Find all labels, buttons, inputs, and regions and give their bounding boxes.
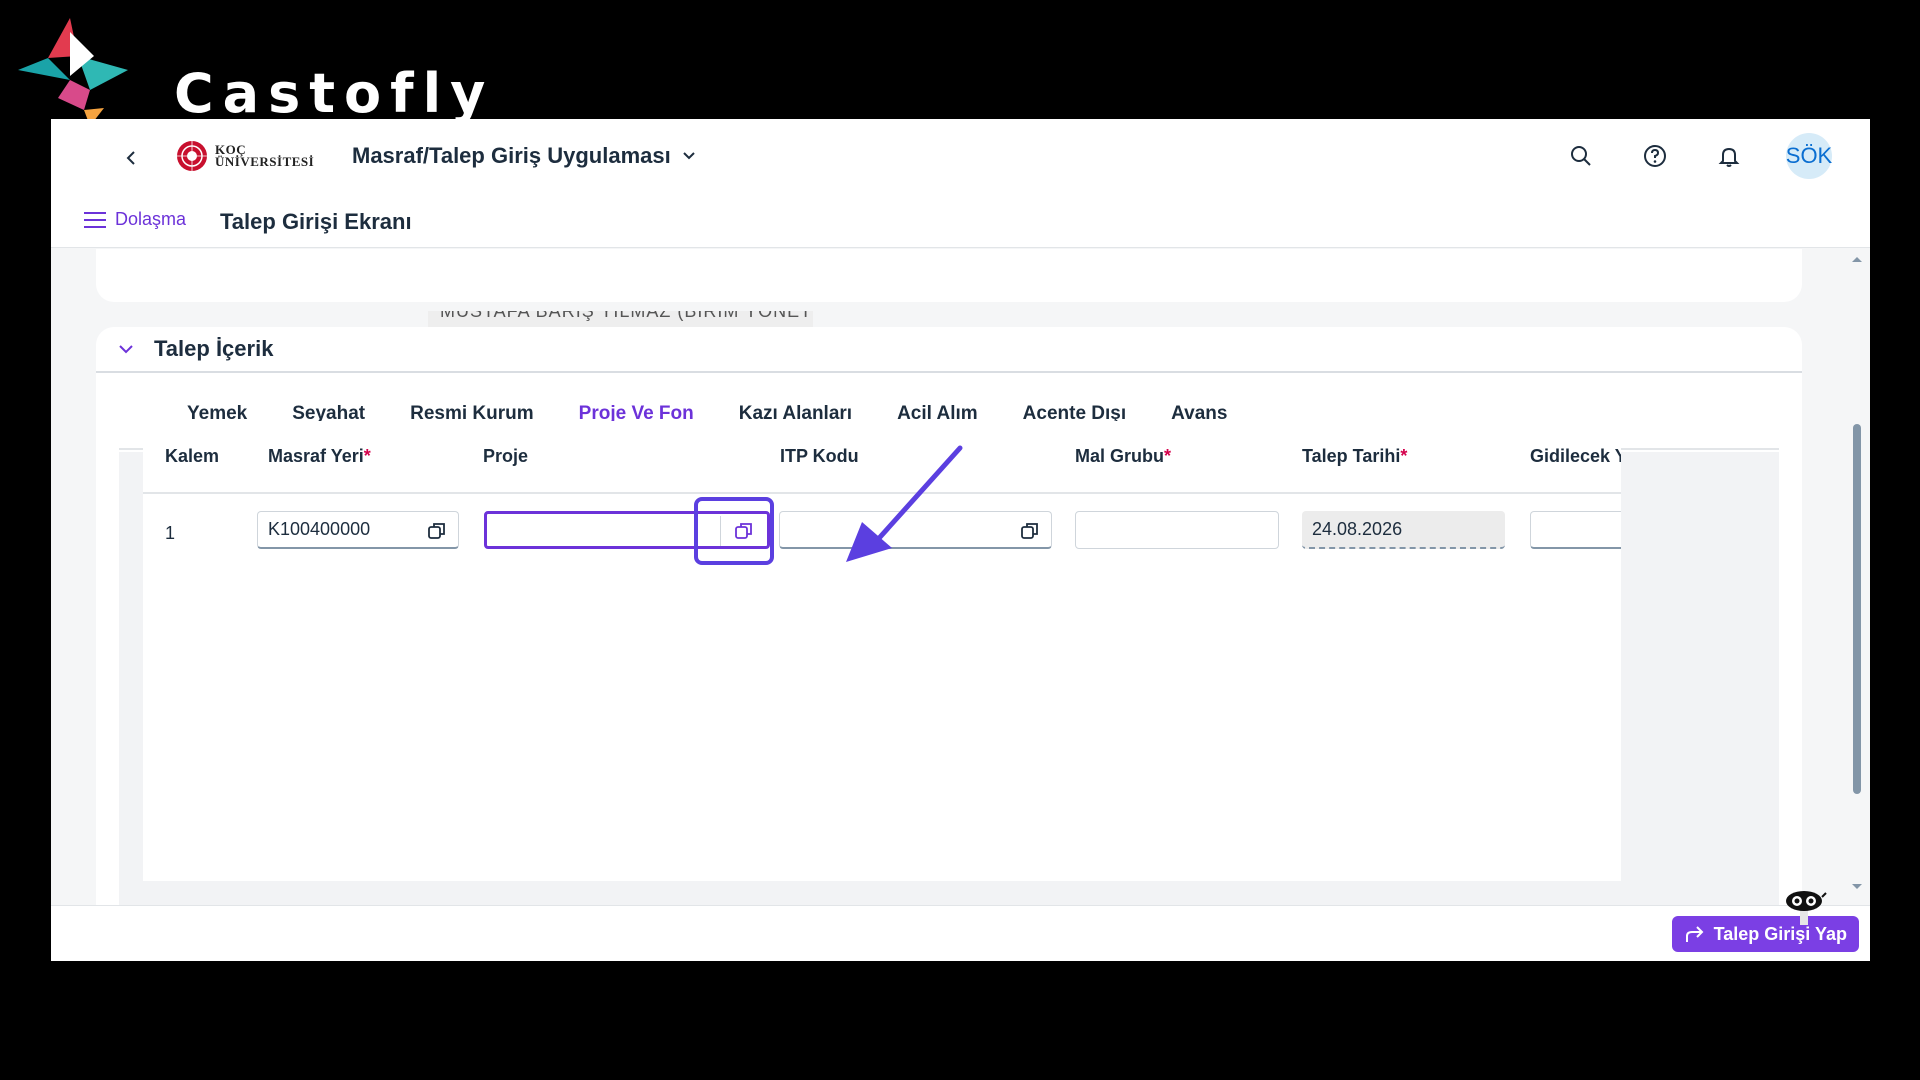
- column-header-talep-tarihi: Talep Tarihi*: [1302, 446, 1407, 467]
- assistant-robot-icon[interactable]: [1784, 887, 1828, 927]
- chevron-down-icon: [119, 345, 133, 354]
- koc-logo-text: KOÇ ÜNİVERSİTESİ: [215, 143, 315, 169]
- sub-header: Dolaşma Talep Girişi Ekranı: [51, 197, 1870, 248]
- required-marker: *: [363, 446, 371, 466]
- column-header-kalem-label: Kalem: [165, 446, 220, 466]
- column-header-itp-kodu-label: ITP Kodu: [780, 446, 859, 466]
- line-items-table: Kalem Masraf Yeri* Proje ITP Kodu Mal Gr…: [143, 421, 1621, 881]
- mal-grubu-input[interactable]: [1075, 511, 1279, 549]
- column-header-masraf-yeri: Masraf Yeri*: [268, 446, 371, 467]
- column-header-mal-grubu: Mal Grubu*: [1075, 446, 1171, 467]
- shell-bar: KOÇ ÜNİVERSİTESİ Masraf/Talep Giriş Uygu…: [51, 119, 1870, 197]
- app-title: Masraf/Talep Giriş Uygulaması: [352, 143, 671, 168]
- section-title: Talep İçerik: [154, 336, 274, 361]
- approver-field-value: MUSTAFA BARIŞ YILMAZ (BİRİM YÖNETİCİSİ): [440, 311, 813, 321]
- previous-section-card: [96, 249, 1802, 302]
- chevron-left-icon: [126, 151, 135, 165]
- scroll-down-icon[interactable]: [1850, 882, 1864, 892]
- column-header-masraf-yeri-label: Masraf Yeri: [268, 446, 364, 466]
- talep-tarihi-field: 24.08.2026: [1302, 511, 1505, 549]
- value-help-icon[interactable]: [1019, 520, 1041, 542]
- section-header[interactable]: Talep İçerik: [96, 327, 1802, 373]
- column-header-talep-tarihi-label: Talep Tarihi: [1302, 446, 1401, 466]
- scroll-up-icon[interactable]: [1850, 254, 1864, 264]
- table-header: Kalem Masraf Yeri* Proje ITP Kodu Mal Gr…: [143, 421, 1621, 494]
- navigation-menu-button[interactable]: Dolaşma: [83, 209, 186, 230]
- column-header-gidilecek: Gidilecek Y: [1530, 446, 1621, 467]
- required-marker: *: [1400, 446, 1408, 466]
- notifications-button[interactable]: [1712, 139, 1746, 173]
- hamburger-menu-icon: [84, 211, 106, 228]
- talep-girisi-yap-button[interactable]: Talep Girişi Yap: [1671, 916, 1859, 952]
- scroll-thumb[interactable]: [1853, 424, 1861, 794]
- page-content: MUSTAFA BARIŞ YILMAZ (BİRİM YÖNETİCİSİ) …: [51, 249, 1870, 905]
- masraf-yeri-input[interactable]: K100400000: [257, 511, 459, 549]
- navigation-menu-label: Dolaşma: [115, 209, 187, 229]
- chevron-down-icon: [683, 152, 695, 160]
- koc-logo-line2: ÜNİVERSİTESİ: [215, 154, 315, 169]
- help-button[interactable]: [1638, 139, 1672, 173]
- castofly-logo-icon: [18, 18, 128, 126]
- castofly-wordmark: Castofly: [174, 62, 495, 125]
- column-header-itp-kodu: ITP Kodu: [780, 446, 859, 467]
- search-icon: [1571, 146, 1591, 166]
- back-button[interactable]: [117, 143, 147, 173]
- footer-toolbar: Talep Girişi Yap: [51, 905, 1870, 961]
- app-title-menu[interactable]: Masraf/Talep Giriş Uygulaması: [352, 143, 697, 169]
- column-header-proje-label: Proje: [483, 446, 529, 466]
- user-avatar[interactable]: SÖK: [1786, 133, 1832, 179]
- app-window: KOÇ ÜNİVERSİTESİ Masraf/Talep Giriş Uygu…: [51, 119, 1870, 961]
- itp-kodu-input[interactable]: [779, 511, 1052, 549]
- search-button[interactable]: [1564, 139, 1598, 173]
- bell-icon: [1718, 147, 1740, 167]
- column-header-kalem: Kalem: [165, 446, 219, 467]
- help-icon: [1644, 145, 1666, 167]
- collapse-toggle[interactable]: [116, 339, 136, 359]
- forward-arrow-icon: [1685, 926, 1704, 942]
- value-help-highlight-box: [694, 497, 774, 565]
- column-header-proje: Proje: [483, 446, 528, 467]
- vertical-scrollbar[interactable]: [1850, 254, 1864, 894]
- talep-tarihi-value: 24.08.2026: [1312, 518, 1403, 539]
- shell-actions: SÖK: [1564, 133, 1832, 179]
- value-help-icon[interactable]: [426, 520, 448, 542]
- koc-university-logo[interactable]: KOÇ ÜNİVERSİTESİ: [175, 139, 314, 173]
- koc-emblem-icon: [177, 141, 207, 171]
- column-header-gidilecek-label: Gidilecek Y: [1530, 446, 1621, 466]
- masraf-yeri-value: K100400000: [268, 519, 371, 539]
- gidilecek-input[interactable]: [1530, 511, 1621, 549]
- column-header-mal-grubu-label: Mal Grubu: [1075, 446, 1164, 466]
- page-title: Talep Girişi Ekranı: [220, 209, 412, 234]
- row-kalem-value: 1: [165, 523, 176, 543]
- required-marker: *: [1164, 446, 1172, 466]
